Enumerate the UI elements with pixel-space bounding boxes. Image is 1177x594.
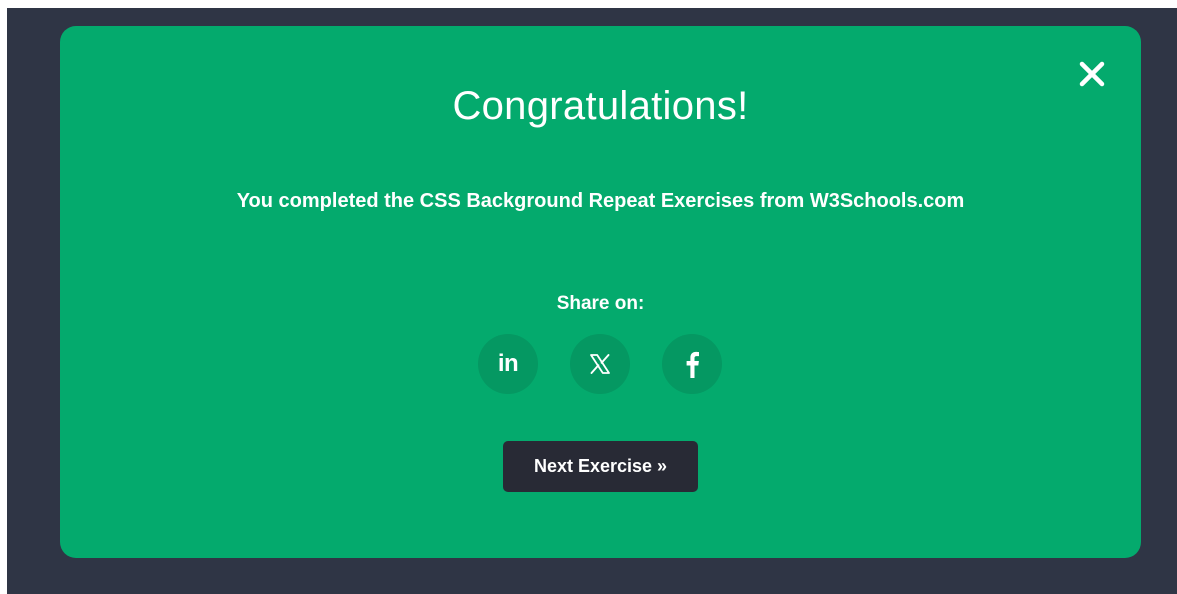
facebook-icon	[686, 351, 699, 378]
modal-title: Congratulations!	[452, 84, 749, 128]
share-x-button[interactable]	[570, 334, 630, 394]
congratulations-modal: Congratulations! You completed the CSS B…	[60, 26, 1141, 558]
completion-message: You completed the CSS Background Repeat …	[236, 190, 965, 212]
share-buttons: in	[60, 334, 1141, 394]
share-facebook-button[interactable]	[662, 334, 722, 394]
share-linkedin-button[interactable]: in	[478, 334, 538, 394]
next-exercise-button[interactable]: Next Exercise »	[503, 441, 698, 492]
linkedin-icon: in	[497, 350, 519, 377]
share-label: Share on:	[556, 293, 645, 314]
x-icon	[590, 354, 610, 374]
